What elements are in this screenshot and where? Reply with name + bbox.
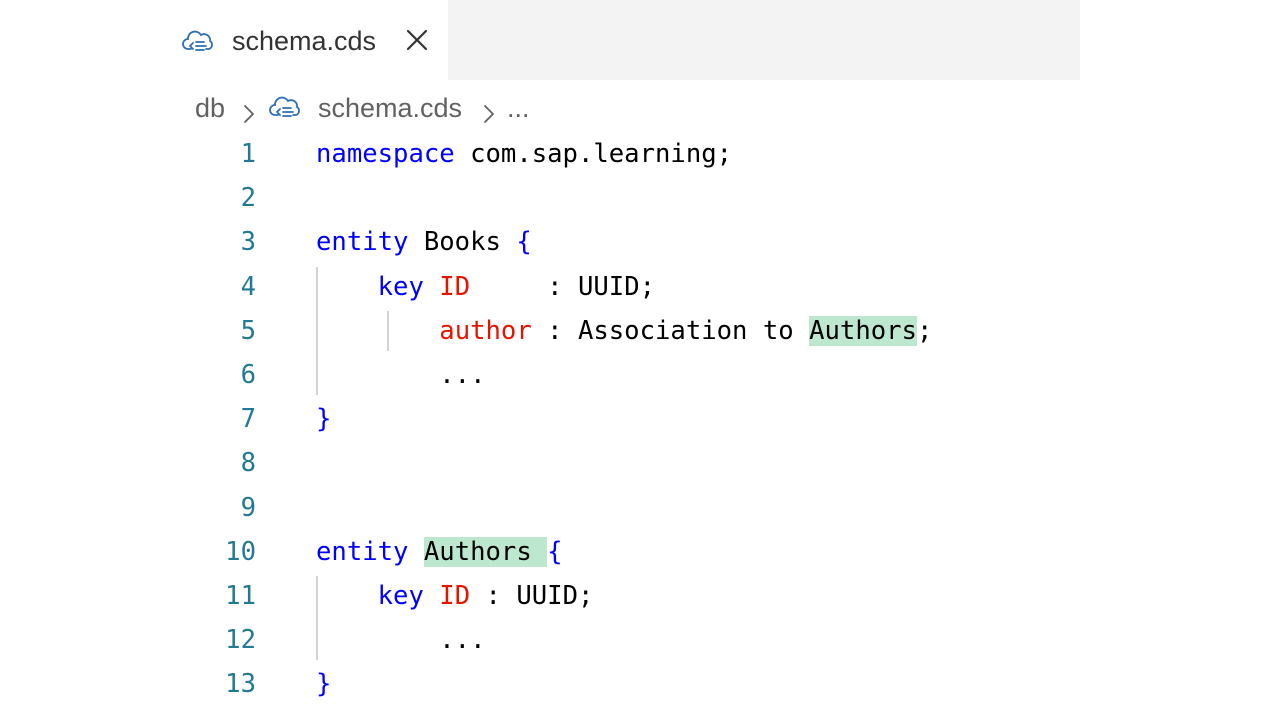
code-token: entity [316,536,409,567]
code-token: } [316,404,332,435]
code-text: namespace com.sap.learning; [316,132,732,176]
code-token: { [547,536,563,567]
code-text: key ID : UUID; [316,265,655,309]
line-number: 1 [240,139,256,169]
tab-bar-empty-area [448,0,1080,80]
code-token: { [516,227,532,258]
code-token: com.sap.learning; [454,139,733,169]
indent-guide [316,266,318,396]
code-token: key [377,271,424,302]
line-number: 11 [225,581,256,611]
code-editor: schema.cds db schema.cds ... 1 namespace … [0,0,1280,700]
code-token: Authors [809,315,917,346]
code-line[interactable]: 7} [0,397,1280,441]
code-line[interactable]: 4 key ID : UUID; [0,265,1280,309]
code-line[interactable]: 5 author : Association to Authors; [0,309,1280,353]
code-token: Books [408,227,517,258]
code-line[interactable]: 13} [0,662,1280,706]
line-number: 4 [240,271,256,302]
tab-label: schema.cds [232,26,377,56]
code-text: entity Books { [316,220,532,264]
breadcrumb-item-more[interactable]: ... [507,90,530,126]
line-number: 7 [240,404,256,435]
line-number: 9 [240,492,256,523]
code-token: : UUID; [470,271,656,302]
chevron-right-icon [241,98,257,123]
tab-bar: schema.cds [0,0,1280,80]
line-number: 8 [240,448,256,479]
line-number: 10 [225,536,256,567]
sap-cds-cloud-icon [182,26,216,56]
code-line[interactable]: 11 key ID : UUID; [0,574,1280,618]
close-icon[interactable] [402,26,432,56]
chevron-right-icon [481,98,497,123]
line-number: 6 [240,360,256,390]
code-token: ... [316,625,486,656]
line-number: 2 [240,183,256,214]
code-token: ID [439,581,471,611]
code-line[interactable]: 1 namespace com.sap.learning; [0,132,1280,176]
code-token: ... [316,360,486,390]
code-line[interactable]: 12 ... [0,618,1280,662]
code-line[interactable]: 8 [0,441,1280,485]
code-token: : Association to [531,315,810,346]
code-text: author : Association to Authors; [316,309,932,353]
tab-schema-cds[interactable]: schema.cds [170,0,448,80]
code-token: key [377,581,424,611]
breadcrumb-item-db[interactable]: db [195,90,225,126]
code-text: } [316,662,331,706]
code-token: ; [916,315,933,346]
indent-guide [387,310,389,351]
line-number: 5 [240,315,256,346]
code-line[interactable]: 3 entity Books { [0,220,1280,264]
line-number: 13 [225,669,256,700]
code-token: Authors [423,536,548,567]
code-text: } [316,397,331,441]
code-text: key ID : UUID; [316,574,594,618]
sap-cds-cloud-icon [269,92,303,122]
code-line[interactable]: 6 ... [0,353,1280,397]
code-token: ID [439,271,471,302]
code-text: ... [316,353,486,397]
code-line[interactable]: 9 [0,486,1280,530]
line-number: 12 [225,625,256,656]
code-token: } [316,669,332,700]
line-number: 3 [240,227,256,258]
code-token: entity [316,227,409,258]
code-token: namespace [316,139,455,169]
code-line[interactable]: 2 [0,176,1280,220]
code-line[interactable]: 10 entity Authors { [0,530,1280,574]
indent-guide [316,576,318,661]
breadcrumb-item-schema-cds[interactable]: schema.cds [318,90,462,126]
code-text: ... [316,618,486,662]
code-token: : UUID; [470,581,594,611]
code-text: entity Authors { [316,530,563,574]
code-token: author [439,315,532,346]
